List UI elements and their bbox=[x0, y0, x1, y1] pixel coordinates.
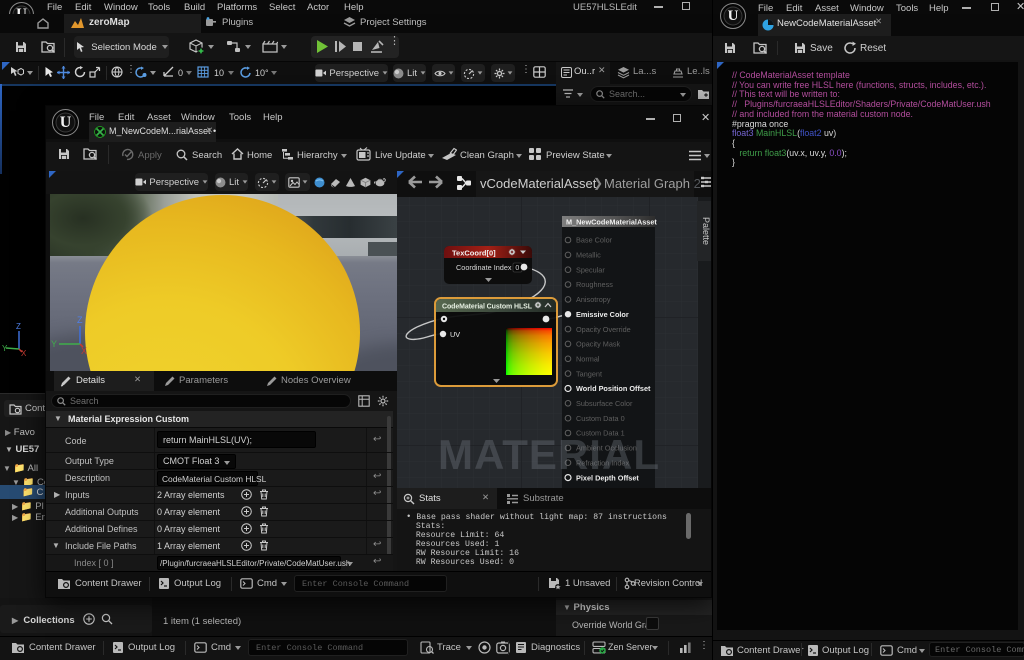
svg-text:Z: Z bbox=[16, 322, 21, 331]
svg-text:Subsurface Color: Subsurface Color bbox=[576, 399, 633, 408]
svg-text:Opacity Mask: Opacity Mask bbox=[576, 340, 621, 349]
svg-text:Normal: Normal bbox=[576, 355, 600, 364]
svg-text:Metallic: Metallic bbox=[576, 251, 601, 260]
svg-text:Z: Z bbox=[77, 315, 83, 325]
svg-text:X: X bbox=[21, 349, 27, 356]
svg-text:Coordinate Index: Coordinate Index bbox=[456, 263, 512, 272]
svg-text:Opacity Override: Opacity Override bbox=[576, 325, 631, 334]
svg-text:Roughness: Roughness bbox=[576, 280, 613, 289]
svg-text:Y: Y bbox=[51, 339, 57, 349]
svg-text:TexCoord[0]: TexCoord[0] bbox=[452, 249, 496, 258]
svg-text:Custom Data 0: Custom Data 0 bbox=[576, 414, 625, 423]
svg-text:M_NewCodeMaterialAsset: M_NewCodeMaterialAsset bbox=[566, 218, 657, 227]
svg-text:Tangent: Tangent bbox=[576, 369, 602, 378]
svg-text:Base Color: Base Color bbox=[576, 236, 613, 245]
svg-text:Y: Y bbox=[2, 344, 8, 353]
svg-text:Anisotropy: Anisotropy bbox=[576, 295, 611, 304]
svg-text:Specular: Specular bbox=[576, 265, 605, 274]
svg-text:World Position Offset: World Position Offset bbox=[576, 384, 651, 393]
svg-text:UV: UV bbox=[450, 330, 460, 339]
svg-text:Emissive Color: Emissive Color bbox=[576, 310, 629, 319]
svg-text:X: X bbox=[81, 346, 87, 354]
svg-text:CodeMaterial Custom HLSL: CodeMaterial Custom HLSL bbox=[442, 304, 533, 311]
svg-text:MATERIAL: MATERIAL bbox=[438, 431, 659, 478]
svg-text:0: 0 bbox=[515, 265, 519, 272]
